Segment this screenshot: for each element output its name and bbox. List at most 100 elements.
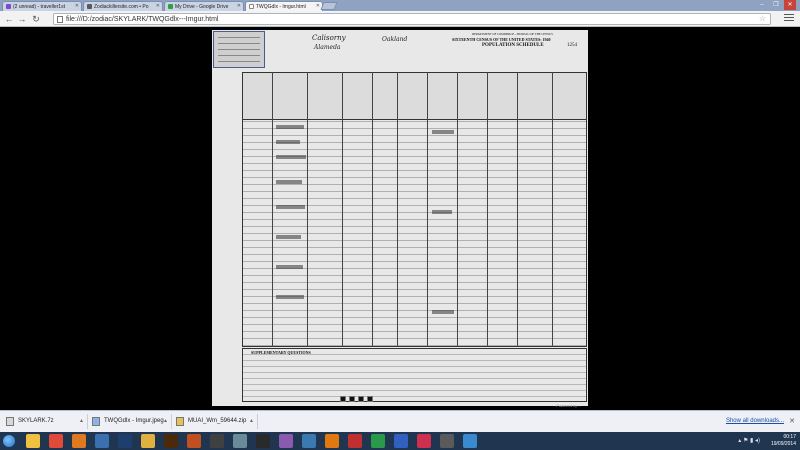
show-all-downloads-link[interactable]: Show all downloads... — [726, 418, 784, 424]
download-item[interactable]: TWQGdlx - Imgur.jpeg ▲ — [88, 414, 172, 429]
image-thumbnail[interactable] — [213, 31, 265, 68]
image-viewer-controls — [340, 396, 470, 402]
column-divider — [517, 72, 518, 347]
download-name: TWQGdlx - Imgur.jpeg — [104, 418, 164, 424]
tab-favicon — [168, 4, 173, 9]
tab-4-active[interactable]: TWQGdlx - Imgur.html ✕ — [245, 1, 323, 11]
column-divider — [552, 72, 553, 347]
tab-favicon — [249, 4, 254, 9]
column-divider — [307, 72, 308, 347]
clock-time: 00:17 — [783, 434, 796, 440]
vlc-icon[interactable] — [325, 434, 339, 448]
app-icon-9[interactable] — [210, 434, 224, 448]
close-window-button[interactable]: ✕ — [784, 0, 796, 10]
column-divider — [342, 72, 343, 347]
tab-label: TWQGdlx - Imgur.html — [256, 4, 306, 10]
chevron-up-icon[interactable]: ▲ — [249, 418, 254, 424]
handwritten-state: Calisorny — [312, 34, 346, 42]
tab-3[interactable]: My Drive - Google Drive ✕ — [164, 1, 244, 11]
handwritten-place: Oakland — [382, 36, 408, 43]
download-name: SKYLARK.7z — [18, 418, 54, 424]
handwritten-county: Alameda — [314, 44, 341, 51]
chevron-up-icon[interactable]: ▲ — [79, 418, 84, 424]
file-icon — [6, 417, 14, 426]
handwriting-entry — [276, 205, 305, 209]
tab-label: (2 unread) - traveller1st — [13, 4, 65, 10]
page-viewport: DEPARTMENT OF COMMERCE—BUREAU OF THE CEN… — [0, 28, 800, 410]
minimize-button[interactable]: – — [756, 0, 768, 10]
app-icon-11[interactable] — [256, 434, 270, 448]
column-divider — [457, 72, 458, 347]
handwriting-entry — [276, 235, 301, 239]
viewer-zoom-out-button[interactable] — [349, 396, 355, 402]
system-tray-icons[interactable]: ▴ ⚑ ▮ ◂) — [738, 437, 760, 444]
column-divider — [487, 72, 488, 347]
folder-icon[interactable] — [141, 434, 155, 448]
app-icon-15[interactable] — [348, 434, 362, 448]
chrome-menu-icon[interactable] — [784, 14, 794, 23]
column-divider — [397, 72, 398, 347]
supplementary-table: SUPPLEMENTARY QUESTIONS — [242, 348, 587, 402]
photoshop-icon[interactable] — [118, 434, 132, 448]
handwriting-entry — [276, 155, 306, 159]
address-bar[interactable]: file:///D:/zodiac/SKYLARK/TWQGdlx---Imgu… — [53, 13, 771, 25]
download-item[interactable]: MUAI_Wm_59644.zip ▲ — [172, 414, 258, 429]
clock-date: 19/09/2014 — [770, 441, 796, 447]
handwriting-entry — [276, 140, 300, 144]
back-icon[interactable]: ← — [3, 13, 15, 25]
app-icon-10[interactable] — [233, 434, 247, 448]
column-divider — [372, 72, 373, 347]
browser-toolbar: ← → ↻ file:///D:/zodiac/SKYLARK/TWQGdlx-… — [0, 11, 800, 27]
app-icon-12[interactable] — [279, 434, 293, 448]
chevron-up-icon[interactable]: ▲ — [163, 418, 168, 424]
margin-notes — [220, 160, 240, 220]
sheet-number: 1254 — [567, 43, 577, 48]
reload-icon[interactable]: ↻ — [30, 13, 42, 25]
app-icon-8[interactable] — [187, 434, 201, 448]
clock[interactable]: 00:17 19/09/2014 — [771, 434, 796, 448]
powered-by-text: Powered by ... — [556, 403, 582, 408]
viewer-next-button[interactable] — [367, 396, 373, 402]
handwriting-entry — [276, 125, 304, 129]
thunderbird-icon[interactable] — [95, 434, 109, 448]
forward-icon[interactable]: → — [16, 13, 28, 25]
maximize-button[interactable]: ❐ — [770, 0, 782, 10]
tab-label: My Drive - Google Drive — [175, 4, 229, 10]
url-text[interactable]: file:///D:/zodiac/SKYLARK/TWQGdlx---Imgu… — [66, 15, 218, 24]
column-divider — [427, 72, 428, 347]
viewer-zoom-in-button[interactable] — [358, 396, 364, 402]
downloads-bar: SKYLARK.7z ▲ TWQGdlx - Imgur.jpeg ▲ MUAI… — [0, 410, 800, 432]
tab-favicon — [87, 4, 92, 9]
supplementary-label: SUPPLEMENTARY QUESTIONS — [251, 350, 311, 355]
close-icon[interactable]: ✕ — [316, 3, 320, 9]
close-icon[interactable]: ✕ — [75, 3, 79, 9]
start-button[interactable] — [3, 435, 15, 447]
form-header: DEPARTMENT OF COMMERCE—BUREAU OF THE CEN… — [242, 32, 582, 72]
close-icon[interactable]: ✕ — [156, 3, 160, 9]
app-icon-16[interactable] — [371, 434, 385, 448]
chrome-icon[interactable] — [49, 434, 63, 448]
form-schedule: POPULATION SCHEDULE — [482, 43, 544, 48]
firefox-icon[interactable] — [72, 434, 86, 448]
column-headers — [242, 72, 587, 120]
new-tab-button[interactable] — [320, 2, 338, 10]
close-icon[interactable]: ✕ — [237, 3, 241, 9]
handwriting-entry — [432, 310, 454, 314]
app-icon-19[interactable] — [440, 434, 454, 448]
handwriting-entry — [276, 265, 303, 269]
app-icon-17[interactable] — [394, 434, 408, 448]
app-icon-18[interactable] — [417, 434, 431, 448]
explorer-icon[interactable] — [26, 434, 40, 448]
app-icon-13[interactable] — [302, 434, 316, 448]
close-icon[interactable]: ✕ — [789, 417, 795, 425]
browser-window: (2 unread) - traveller1st ✕ Zodiackiller… — [0, 0, 800, 450]
illustrator-icon[interactable] — [164, 434, 178, 448]
download-item[interactable]: SKYLARK.7z ▲ — [2, 414, 88, 429]
bookmark-star-icon[interactable]: ☆ — [759, 14, 766, 23]
tab-1[interactable]: (2 unread) - traveller1st ✕ — [2, 1, 82, 11]
viewer-prev-button[interactable] — [340, 396, 346, 402]
app-icon-20[interactable] — [463, 434, 477, 448]
tab-2[interactable]: Zodiackillersite.com • Po ✕ — [83, 1, 163, 11]
handwriting-entry — [276, 295, 304, 299]
windows-taskbar: ▴ ⚑ ▮ ◂) 00:17 19/09/2014 — [0, 432, 800, 450]
